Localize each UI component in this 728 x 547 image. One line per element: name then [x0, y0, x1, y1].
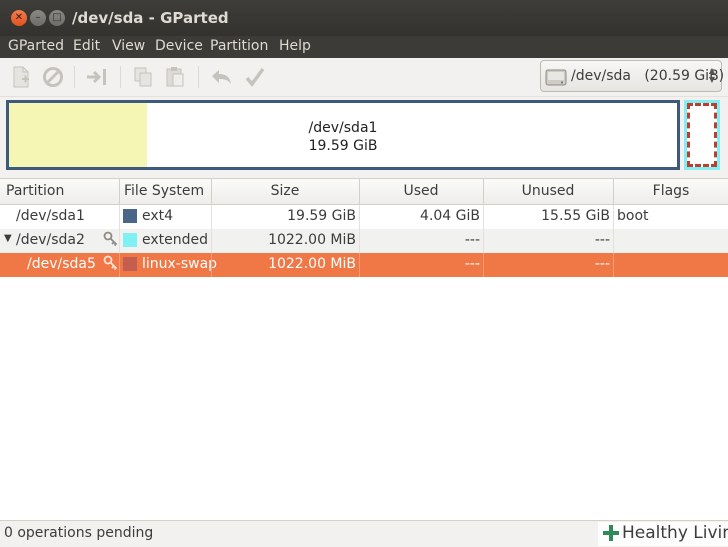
- filesystem-name: ext4: [142, 208, 174, 224]
- menu-edit[interactable]: Edit: [73, 38, 100, 54]
- key-icon: [103, 255, 119, 275]
- cross-icon: [603, 525, 619, 541]
- filesystem-color-swatch: [123, 257, 137, 271]
- cell-divider: [119, 205, 120, 229]
- close-button[interactable]: ✕: [11, 10, 27, 26]
- unused-value: 15.55 GiB: [541, 208, 610, 224]
- paste-icon[interactable]: [162, 64, 188, 90]
- filesystem-color-swatch: [123, 209, 137, 223]
- size-value: 19.59 GiB: [287, 208, 356, 224]
- apply-icon[interactable]: [242, 64, 268, 90]
- toolbar-separator: [120, 66, 121, 88]
- filesystem-name: extended: [142, 232, 209, 248]
- watermark-text: Healthy Living: [622, 523, 728, 543]
- table-row-selected[interactable]: /dev/sda5 linux-swap 1022.00 MiB --- ---: [0, 253, 728, 277]
- flags-value: boot: [617, 208, 649, 224]
- menu-gparted[interactable]: GParted: [8, 38, 64, 54]
- status-text: 0 operations pending: [4, 525, 154, 541]
- partition-name: /dev/sda2: [16, 232, 85, 248]
- maximize-button[interactable]: □: [49, 10, 65, 26]
- disk-map-partition-sda1[interactable]: /dev/sda1 19.59 GiB: [6, 100, 680, 170]
- toolbar-separator: [198, 66, 199, 88]
- undo-icon[interactable]: [208, 64, 234, 90]
- resize-icon[interactable]: [84, 64, 110, 90]
- partition-table: Partition File System Size Used Unused F…: [0, 178, 728, 521]
- filesystem-name: linux-swap: [142, 256, 218, 272]
- disk-map-label: /dev/sda1 19.59 GiB: [308, 120, 378, 154]
- spin-arrows-icon: ▲ ▼: [708, 66, 715, 84]
- unused-value: ---: [594, 232, 610, 248]
- cell-divider: [119, 253, 120, 277]
- used-value: ---: [464, 232, 480, 248]
- cell-divider: [613, 253, 614, 277]
- column-separator: [119, 179, 120, 204]
- used-value: 4.04 GiB: [420, 208, 480, 224]
- column-header-size[interactable]: Size: [212, 183, 358, 199]
- filesystem-color-swatch: [123, 233, 137, 247]
- disk-map-partition-swap[interactable]: [687, 103, 717, 167]
- expander-arrow-icon[interactable]: ▼: [4, 233, 12, 244]
- column-header-used[interactable]: Used: [360, 183, 482, 199]
- key-icon: [103, 231, 119, 251]
- hard-disk-icon: [545, 69, 567, 86]
- column-header-partition[interactable]: Partition: [6, 183, 64, 199]
- cell-divider: [119, 229, 120, 253]
- title-bar: ✕ – □ /dev/sda - GParted: [0, 0, 728, 36]
- minimize-button[interactable]: –: [30, 10, 46, 26]
- toolbar-separator: [74, 66, 75, 88]
- new-icon[interactable]: [8, 64, 34, 90]
- column-header-flags[interactable]: Flags: [614, 183, 728, 199]
- size-value: 1022.00 MiB: [268, 256, 356, 272]
- menu-partition[interactable]: Partition: [210, 38, 268, 54]
- column-header-unused[interactable]: Unused: [484, 183, 612, 199]
- menu-help[interactable]: Help: [279, 38, 311, 54]
- device-selector[interactable]: /dev/sda (20.59 GiB) ▲ ▼: [540, 60, 725, 92]
- used-value: ---: [464, 256, 480, 272]
- menu-device[interactable]: Device: [155, 38, 203, 54]
- table-row[interactable]: /dev/sda1 ext4 19.59 GiB 4.04 GiB 15.55 …: [0, 205, 728, 229]
- menu-bar: GParted Edit View Device Partition Help: [0, 36, 728, 58]
- copy-icon[interactable]: [130, 64, 156, 90]
- watermark-logo: Healthy Living: [598, 522, 728, 546]
- partition-name: /dev/sda1: [16, 208, 85, 224]
- table-header: Partition File System Size Used Unused F…: [0, 179, 728, 205]
- cell-divider: [613, 229, 614, 253]
- unused-value: ---: [594, 256, 610, 272]
- partition-name: /dev/sda5: [27, 256, 96, 272]
- cell-divider: [613, 205, 614, 229]
- column-header-filesystem[interactable]: File System: [124, 183, 204, 199]
- window-title: /dev/sda - GParted: [72, 9, 229, 27]
- device-selector-label: /dev/sda (20.59 GiB): [571, 68, 725, 84]
- table-row[interactable]: ▼ /dev/sda2 extended 1022.00 MiB --- ---: [0, 229, 728, 253]
- size-value: 1022.00 MiB: [268, 232, 356, 248]
- delete-icon[interactable]: [40, 64, 66, 90]
- menu-view[interactable]: View: [112, 38, 145, 54]
